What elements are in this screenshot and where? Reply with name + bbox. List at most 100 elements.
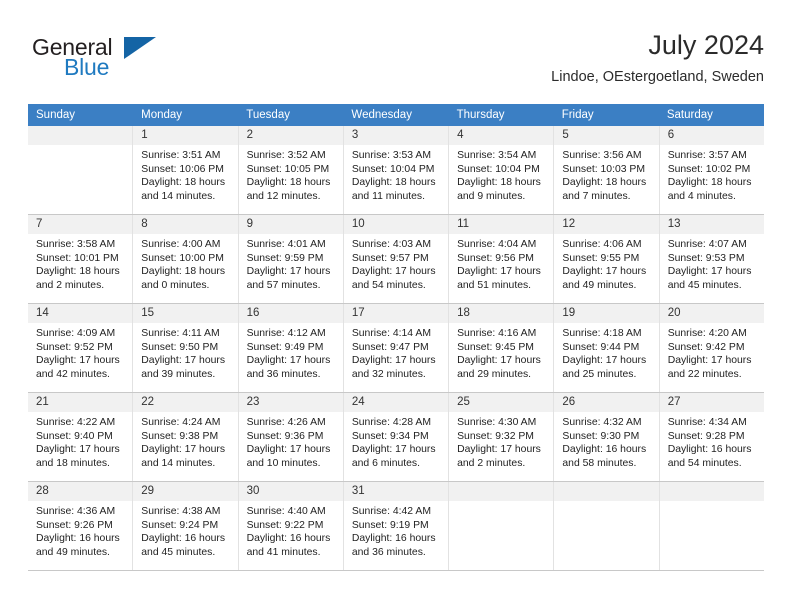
sunset-text: Sunset: 9:55 PM: [562, 252, 640, 264]
day-cell-2[interactable]: 2 Sunrise: 3:52 AM Sunset: 10:05 PM Dayligh…: [238, 126, 344, 214]
day-cell-5[interactable]: 5 Sunrise: 3:56 AM Sunset: 10:03 PM Dayligh…: [554, 126, 660, 214]
daylight-text: Daylight: 18 hours and 12 minutes.: [246, 177, 331, 202]
day-cell-3[interactable]: 3 Sunrise: 3:53 AM Sunset: 10:04 PM Dayligh…: [343, 126, 450, 214]
sunrise-text: Sunrise: 4:40 AM: [246, 506, 326, 517]
sunset-text: Sunset: 9:34 PM: [351, 430, 429, 442]
day-info: Sunrise: 4:26 AM Sunset: 9:36 PM Daylight:…: [239, 412, 343, 476]
day-cell-30[interactable]: 30 Sunrise: 4:40 AM Sunset: 9:22 PM Dayligh…: [238, 482, 344, 570]
day-cell-1[interactable]: 1 Sunrise: 3:51 AM Sunset: 10:06 PM Dayligh…: [133, 126, 239, 214]
daylight-text: Daylight: 18 hours and 11 minutes.: [351, 177, 436, 202]
sunset-text: Sunset: 10:04 PM: [351, 163, 435, 175]
day-cell-empty: [449, 482, 555, 570]
day-info: Sunrise: 4:00 AM Sunset: 10:00 PM Daylight…: [133, 234, 237, 298]
day-info: Sunrise: 4:22 AM Sunset: 9:40 PM Daylight:…: [28, 412, 132, 476]
calendar-body: 1 Sunrise: 3:51 AM Sunset: 10:06 PM Dayligh…: [28, 126, 764, 571]
day-cell-19[interactable]: 19 Sunrise: 4:18 AM Sunset: 9:44 PM Dayligh…: [554, 304, 660, 392]
sunset-text: Sunset: 9:50 PM: [141, 341, 219, 353]
sunrise-text: Sunrise: 4:16 AM: [457, 328, 537, 339]
day-cell-7[interactable]: 7 Sunrise: 3:58 AM Sunset: 10:01 PM Dayligh…: [28, 215, 134, 303]
day-number: 13: [659, 215, 764, 234]
day-cell-18[interactable]: 18 Sunrise: 4:16 AM Sunset: 9:45 PM Dayligh…: [449, 304, 555, 392]
day-number: 20: [659, 304, 764, 323]
sunset-text: Sunset: 10:06 PM: [141, 163, 224, 175]
sunset-text: Sunset: 10:02 PM: [667, 163, 751, 175]
day-cell-14[interactable]: 14 Sunrise: 4:09 AM Sunset: 9:52 PM Dayligh…: [28, 304, 134, 392]
day-cell-6[interactable]: 6 Sunrise: 3:57 AM Sunset: 10:02 PM Dayligh…: [659, 126, 764, 214]
day-info: Sunrise: 4:11 AM Sunset: 9:50 PM Daylight:…: [133, 323, 237, 387]
day-info: Sunrise: 4:18 AM Sunset: 9:44 PM Daylight:…: [554, 323, 658, 387]
day-cell-17[interactable]: 17 Sunrise: 4:14 AM Sunset: 9:47 PM Dayligh…: [343, 304, 450, 392]
day-cell-22[interactable]: 22 Sunrise: 4:24 AM Sunset: 9:38 PM Dayligh…: [133, 393, 239, 481]
sunset-text: Sunset: 9:53 PM: [667, 252, 745, 264]
day-info: Sunrise: 3:57 AM Sunset: 10:02 PM Daylight…: [660, 145, 764, 209]
sunset-text: Sunset: 10:04 PM: [457, 163, 540, 175]
weekday-header-saturday: Saturday: [666, 109, 713, 121]
day-cell-16[interactable]: 16 Sunrise: 4:12 AM Sunset: 9:49 PM Dayligh…: [238, 304, 344, 392]
day-number: 18: [449, 304, 554, 323]
day-number: 29: [133, 482, 238, 501]
day-number: 6: [659, 126, 764, 145]
sunrise-text: Sunrise: 3:52 AM: [246, 150, 326, 161]
logo-text-blue: Blue: [64, 54, 110, 80]
sunrise-text: Sunrise: 4:12 AM: [246, 328, 326, 339]
day-cell-13[interactable]: 13 Sunrise: 4:07 AM Sunset: 9:53 PM Dayligh…: [659, 215, 764, 303]
sunset-text: Sunset: 9:40 PM: [36, 430, 113, 442]
day-cell-29[interactable]: 29 Sunrise: 4:38 AM Sunset: 9:24 PM Dayligh…: [133, 482, 239, 570]
sunrise-text: Sunrise: 4:14 AM: [351, 328, 431, 339]
day-info: Sunrise: 3:53 AM Sunset: 10:04 PM Daylight…: [344, 145, 448, 209]
day-cell-24[interactable]: 24 Sunrise: 4:28 AM Sunset: 9:34 PM Dayligh…: [343, 393, 450, 481]
sunrise-text: Sunrise: 4:11 AM: [141, 328, 220, 339]
day-cell-20[interactable]: 20 Sunrise: 4:20 AM Sunset: 9:42 PM Dayligh…: [659, 304, 764, 392]
daylight-text: Daylight: 17 hours and 18 minutes.: [36, 444, 120, 469]
day-cell-4[interactable]: 4 Sunrise: 3:54 AM Sunset: 10:04 PM Dayligh…: [449, 126, 555, 214]
day-info: Sunrise: 4:04 AM Sunset: 9:56 PM Daylight:…: [449, 234, 553, 298]
sunrise-text: Sunrise: 4:22 AM: [36, 417, 116, 428]
day-number: 10: [343, 215, 449, 234]
day-info: Sunrise: 4:03 AM Sunset: 9:57 PM Daylight:…: [344, 234, 448, 298]
daylight-text: Daylight: 18 hours and 2 minutes.: [36, 266, 120, 291]
day-cell-21[interactable]: 21 Sunrise: 4:22 AM Sunset: 9:40 PM Dayligh…: [28, 393, 134, 481]
day-info: [660, 501, 764, 511]
sunrise-text: Sunrise: 4:03 AM: [351, 239, 431, 250]
day-info: Sunrise: 4:30 AM Sunset: 9:32 PM Daylight:…: [449, 412, 553, 476]
sunrise-text: Sunrise: 4:38 AM: [141, 506, 221, 517]
day-info: [28, 145, 132, 155]
day-cell-25[interactable]: 25 Sunrise: 4:30 AM Sunset: 9:32 PM Dayligh…: [449, 393, 555, 481]
sunset-text: Sunset: 10:00 PM: [141, 252, 224, 264]
day-cell-26[interactable]: 26 Sunrise: 4:32 AM Sunset: 9:30 PM Dayligh…: [554, 393, 660, 481]
day-cell-12[interactable]: 12 Sunrise: 4:06 AM Sunset: 9:55 PM Dayligh…: [554, 215, 660, 303]
sunset-text: Sunset: 9:44 PM: [562, 341, 640, 353]
sunset-text: Sunset: 9:32 PM: [457, 430, 534, 442]
sunrise-text: Sunrise: 4:34 AM: [667, 417, 747, 428]
day-info: Sunrise: 4:34 AM Sunset: 9:28 PM Daylight:…: [660, 412, 764, 476]
daylight-text: Daylight: 16 hours and 41 minutes.: [246, 533, 331, 558]
daylight-text: Daylight: 18 hours and 4 minutes.: [667, 177, 752, 202]
day-cell-27[interactable]: 27 Sunrise: 4:34 AM Sunset: 9:28 PM Dayligh…: [659, 393, 764, 481]
day-number: [554, 482, 659, 501]
sunset-text: Sunset: 9:49 PM: [246, 341, 324, 353]
daylight-text: Daylight: 17 hours and 42 minutes.: [36, 355, 120, 380]
page-header: General Blue July 2024 Lindoe, OEstergoe…: [28, 28, 764, 96]
day-number: [659, 482, 764, 501]
day-info: Sunrise: 4:06 AM Sunset: 9:55 PM Daylight:…: [554, 234, 658, 298]
calendar-week-row: 14 Sunrise: 4:09 AM Sunset: 9:52 PM Dayligh…: [28, 304, 764, 393]
calendar-week-row: 1 Sunrise: 3:51 AM Sunset: 10:06 PM Dayligh…: [28, 126, 764, 215]
day-info: Sunrise: 4:01 AM Sunset: 9:59 PM Daylight:…: [239, 234, 343, 298]
calendar-grid: Sunday Monday Tuesday Wednesday Thursday Frid…: [28, 104, 764, 571]
day-cell-23[interactable]: 23 Sunrise: 4:26 AM Sunset: 9:36 PM Dayligh…: [238, 393, 344, 481]
day-cell-28[interactable]: 28 Sunrise: 4:36 AM Sunset: 9:26 PM Dayligh…: [28, 482, 134, 570]
daylight-text: Daylight: 17 hours and 25 minutes.: [562, 355, 647, 380]
day-cell-11[interactable]: 11 Sunrise: 4:04 AM Sunset: 9:56 PM Dayligh…: [449, 215, 555, 303]
sunrise-text: Sunrise: 4:01 AM: [246, 239, 326, 250]
sunrise-text: Sunrise: 4:32 AM: [562, 417, 642, 428]
sunrise-text: Sunrise: 3:51 AM: [141, 150, 221, 161]
day-info: Sunrise: 4:42 AM Sunset: 9:19 PM Daylight:…: [344, 501, 448, 565]
day-cell-31[interactable]: 31 Sunrise: 4:42 AM Sunset: 9:19 PM Dayligh…: [343, 482, 450, 570]
day-cell-9[interactable]: 9 Sunrise: 4:01 AM Sunset: 9:59 PM Daylight…: [238, 215, 344, 303]
day-cell-10[interactable]: 10 Sunrise: 4:03 AM Sunset: 9:57 PM Dayligh…: [343, 215, 450, 303]
day-cell-8[interactable]: 8 Sunrise: 4:00 AM Sunset: 10:00 PM Dayligh…: [133, 215, 239, 303]
day-cell-15[interactable]: 15 Sunrise: 4:11 AM Sunset: 9:50 PM Dayligh…: [133, 304, 239, 392]
general-blue-logo[interactable]: General Blue: [32, 34, 212, 90]
weekday-header-thursday: Thursday: [456, 109, 505, 121]
sunset-text: Sunset: 9:30 PM: [562, 430, 640, 442]
